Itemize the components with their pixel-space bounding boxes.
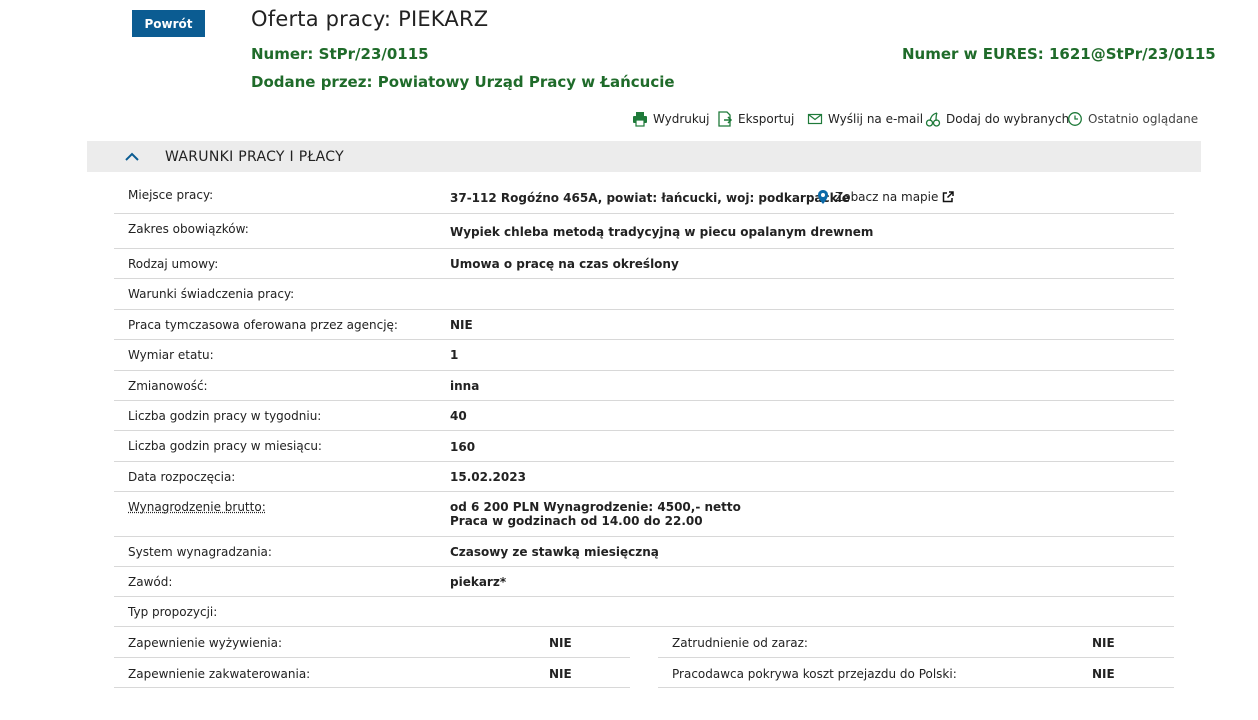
row-value: NIE	[549, 667, 572, 681]
row-shifts: Zmianowość: inna	[114, 371, 1174, 401]
row-label: Rodzaj umowy:	[128, 257, 219, 271]
row-pay-system: System wynagradzania: Czasowy ze stawką …	[114, 537, 1174, 567]
add-favorite-button[interactable]: Dodaj do wybranych	[925, 111, 1069, 127]
row-label: Data rozpoczęcia:	[128, 470, 236, 484]
row-value: Czasowy ze stawką miesięczną	[450, 545, 659, 559]
recently-viewed-button[interactable]: Ostatnio oglądane	[1067, 111, 1198, 127]
row-label: Warunki świadczenia pracy:	[128, 287, 295, 301]
salary-line-1: od 6 200 PLN Wynagrodzenie: 4500,- netto	[450, 500, 741, 514]
row-value: NIE	[549, 636, 572, 650]
eures-number-value: 1621@StPr/23/0115	[1049, 45, 1216, 63]
action-toolbar: Wydrukuj Eksportuj Wyślij na e-mail Doda…	[0, 111, 1258, 129]
map-pin-icon	[816, 189, 830, 205]
page-title: Oferta pracy: PIEKARZ	[251, 7, 489, 31]
salary-line-2: Praca w godzinach od 14.00 do 22.00	[450, 514, 703, 528]
row-value: 37-112 Rogóźno 465A, powiat: łańcucki, w…	[450, 191, 850, 205]
row-label: Pracodawca pokrywa koszt przejazdu do Po…	[672, 667, 957, 681]
row-value: Umowa o pracę na czas określony	[450, 257, 679, 271]
offer-number: Numer: StPr/23/0115	[251, 45, 429, 63]
row-label: Zapewnienie zakwaterowania:	[128, 667, 311, 681]
row-value: 1	[450, 348, 459, 362]
offer-number-value: StPr/23/0115	[318, 45, 429, 63]
external-link-icon	[942, 191, 955, 203]
added-by-label: Dodane przez:	[251, 73, 373, 91]
row-contract-type: Rodzaj umowy: Umowa o pracę na czas okre…	[114, 249, 1174, 279]
row-label: Praca tymczasowa oferowana przez agencję…	[128, 318, 398, 332]
row-value: NIE	[1092, 667, 1115, 681]
email-label: Wyślij na e-mail	[828, 112, 924, 126]
printer-icon	[632, 111, 648, 127]
row-label: Liczba godzin pracy w tygodniu:	[128, 409, 322, 423]
row-label: Typ propozycji:	[128, 605, 218, 619]
row-accommodation: Zapewnienie zakwaterowania: NIE	[114, 658, 630, 688]
row-label: Zapewnienie wyżywienia:	[128, 636, 283, 650]
row-duties: Zakres obowiązków: Wypiek chleba metodą …	[114, 214, 1174, 249]
row-label: Zmianowość:	[128, 379, 208, 393]
cherries-icon	[925, 111, 941, 127]
row-value: piekarz*	[450, 575, 507, 589]
show-on-map-label: Zobacz na mapie	[835, 190, 939, 204]
row-travel-cost: Pracodawca pokrywa koszt przejazdu do Po…	[658, 658, 1174, 688]
row-value: 40	[450, 409, 467, 423]
row-temp-agency: Praca tymczasowa oferowana przez agencję…	[114, 310, 1174, 340]
section-header-work-conditions[interactable]: WARUNKI PRACY I PŁACY	[87, 141, 1201, 172]
added-by-value: Powiatowy Urząd Pracy w Łańcucie	[377, 73, 675, 91]
row-value: 160	[450, 440, 476, 454]
export-icon	[717, 111, 733, 127]
added-by: Dodane przez: Powiatowy Urząd Pracy w Ła…	[251, 73, 675, 91]
export-label: Eksportuj	[738, 112, 795, 126]
row-occupation: Zawód: piekarz*	[114, 567, 1174, 597]
row-proposal-type: Typ propozycji:	[114, 597, 1174, 627]
print-label: Wydrukuj	[653, 112, 710, 126]
row-workplace: Miejsce pracy: 37-112 Rogóźno 465A, powi…	[114, 180, 1174, 214]
row-label: Zatrudnienie od zaraz:	[672, 636, 808, 650]
row-value: inna	[450, 379, 480, 393]
add-favorite-label: Dodaj do wybranych	[946, 112, 1070, 126]
recently-viewed-label: Ostatnio oglądane	[1088, 112, 1199, 126]
clock-icon	[1067, 111, 1083, 127]
eures-number-label: Numer w EURES:	[902, 45, 1044, 63]
row-fte: Wymiar etatu: 1	[114, 340, 1174, 371]
row-hours-month: Liczba godzin pracy w miesiącu: 160	[114, 431, 1174, 462]
section-title: WARUNKI PRACY I PŁACY	[165, 148, 344, 165]
row-value: NIE	[450, 318, 473, 332]
eures-number: Numer w EURES: 1621@StPr/23/0115	[902, 45, 1216, 63]
row-label: Wynagrodzenie brutto:	[128, 500, 266, 514]
email-button[interactable]: Wyślij na e-mail	[807, 111, 923, 127]
row-value: 15.02.2023	[450, 470, 526, 484]
back-button[interactable]: Powrót	[132, 10, 205, 37]
envelope-icon	[807, 111, 823, 127]
row-value: od 6 200 PLN Wynagrodzenie: 4500,- netto…	[450, 500, 741, 528]
row-label: Liczba godzin pracy w miesiącu:	[128, 439, 322, 453]
row-label: System wynagradzania:	[128, 545, 272, 559]
offer-number-label: Numer:	[251, 45, 314, 63]
row-work-conditions: Warunki świadczenia pracy:	[114, 279, 1174, 310]
export-button[interactable]: Eksportuj	[717, 111, 794, 127]
row-label: Wymiar etatu:	[128, 348, 214, 362]
row-label: Zakres obowiązków:	[128, 222, 249, 236]
row-value: Wypiek chleba metodą tradycyjną w piecu …	[450, 225, 874, 239]
row-immediate-hire: Zatrudnienie od zaraz: NIE	[658, 627, 1174, 658]
row-hours-week: Liczba godzin pracy w tygodniu: 40	[114, 401, 1174, 431]
row-start-date: Data rozpoczęcia: 15.02.2023	[114, 462, 1174, 492]
row-label: Miejsce pracy:	[128, 188, 214, 202]
row-salary: Wynagrodzenie brutto: od 6 200 PLN Wynag…	[114, 492, 1174, 537]
row-label: Zawód:	[128, 575, 173, 589]
row-value: NIE	[1092, 636, 1115, 650]
row-meals: Zapewnienie wyżywienia: NIE	[114, 627, 630, 658]
print-button[interactable]: Wydrukuj	[632, 111, 709, 127]
chevron-up-icon	[124, 149, 140, 165]
show-on-map-link[interactable]: Zobacz na mapie	[816, 189, 955, 205]
